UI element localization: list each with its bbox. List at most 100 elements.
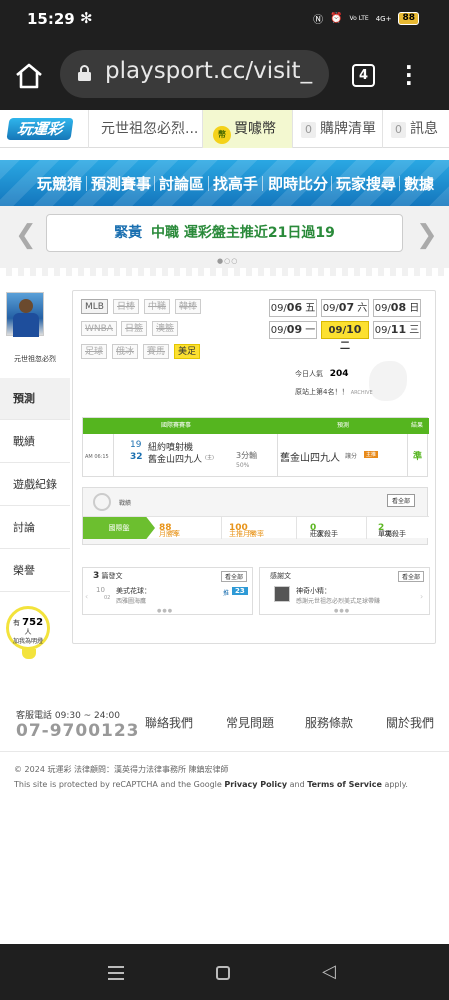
footer-link-faq[interactable]: 常見問題 [226,714,274,731]
single-killer-unit: 次 [384,530,392,538]
rank-extra: ARCHIVE [350,390,373,396]
nav-item-data[interactable]: 數據 [404,173,434,194]
league-jpn-baseball[interactable]: 日棒 [113,299,140,314]
recent-apps-icon[interactable] [108,966,124,980]
record-label: 戰績 [119,500,132,507]
tab-switcher-button[interactable]: 4 [352,64,375,87]
mascot-icon [369,361,407,401]
recaptcha-apply: apply. [381,780,408,789]
nav-item-live-score[interactable]: 即時比分 [268,173,328,194]
clock: 15:29 [27,10,75,28]
target-icon [93,493,111,511]
helper-prefix: 有 [12,619,20,627]
date-0911[interactable]: 09/11 三 [373,321,421,339]
site-logo[interactable]: 玩運彩 [6,118,74,140]
team2-name[interactable]: 舊金山四九人 [148,452,202,465]
home-icon[interactable] [14,62,44,90]
main-winrate-label: 主推月勝率 [229,530,264,538]
main-winrate-unit: % [247,529,255,537]
record-more-button[interactable]: 看全部 [386,494,415,507]
prediction-table: 國際賽賽事 預測 結果 AM 06:15 19 32 紐約噴射機 舊金山四九人 … [82,417,429,477]
league-horse[interactable]: 賽馬 [143,344,170,359]
terms-link[interactable]: Terms of Service [307,780,382,789]
user-menu[interactable]: 元世祖忽必烈... [88,110,202,148]
main-winrate: 主推月勝率 100 % [229,523,264,538]
footer-link-about[interactable]: 關於我們 [386,714,434,731]
prediction-panel: MLB 日棒 中職 韓棒 WNBA 日籃 澳籃 足球 俄冰 賽馬 美足 09/0… [72,290,436,644]
header-game: 國際賽賽事 [161,422,192,429]
signal-label: 4G+ [375,14,392,23]
buy-coins-button[interactable]: 幣買噱幣 [202,110,292,148]
service-phone[interactable]: 07-9700123 [16,721,140,741]
footer-link-terms[interactable]: 服務條款 [305,714,353,731]
chevron-right-icon[interactable]: › [420,592,423,601]
team2-home-note: (主) [205,455,214,461]
league-jpn-basketball[interactable]: 日籃 [121,321,148,336]
back-icon[interactable]: ◁ [322,961,336,982]
chevron-right-icon[interactable]: ❯ [416,220,438,250]
address-bar[interactable]: playsport.cc/visit_ [60,50,329,98]
league-khl[interactable]: 俄冰 [112,344,139,359]
side-tab-discussion[interactable]: 討論 [0,507,70,549]
league-mlb[interactable]: MLB [81,299,108,314]
league-cpbl[interactable]: 中職 [144,299,171,314]
chevron-left-icon[interactable]: ❮ [15,220,37,250]
helper-suffix: 人 [24,628,32,636]
league-aus-basketball[interactable]: 澳籃 [152,321,179,336]
post-num2: 02 [104,595,111,601]
privacy-link[interactable]: Privacy Policy [224,780,287,789]
battery-icon: 88 [398,12,419,25]
table-row: AM 06:15 19 32 紐約噴射機 舊金山四九人 (主) 3分輸 50% … [83,434,429,476]
side-tab-predict[interactable]: 預測 [0,378,70,420]
date-0908[interactable]: 09/08 日 [373,299,421,317]
status-bar: 15:29 ✻ Ⓝ ⏰ Vo LTE 4G+ 88 [0,0,449,38]
thanks-subtitle: 感謝元世祖忽必烈美式足球帶賺 [296,598,381,605]
post-title[interactable]: 美式花球： [116,586,151,596]
date-0906[interactable]: 09/06 五 [269,299,317,317]
home-button-icon[interactable] [216,966,230,980]
avatar[interactable] [6,292,44,337]
side-tab-game-log[interactable]: 遊戲紀錄 [0,464,70,506]
posts-header: 3 篇發文 [93,571,123,581]
date-0909[interactable]: 09/09 一 [269,321,317,339]
nav-item-forum[interactable]: 討論區 [159,173,204,194]
date-0910[interactable]: 09/10 二 [321,321,369,352]
more-menu-icon[interactable]: · · · [405,57,413,93]
bookie-killer-unit: 次 [316,530,324,538]
league-nfl[interactable]: 美足 [174,344,201,359]
thanks-card: 感謝文 看全部 神奇小精： 感謝元世祖忽必烈美式足球帶賺 › ●●● [259,567,430,615]
nav-item-play-guess[interactable]: 玩競猜 [37,173,82,194]
team2-num: 32 [130,452,143,462]
site-rank: 原站上第4名！！ ARCHIVE [295,387,373,397]
single-killer: 單場殺手 2 次 [378,523,406,538]
nav-item-player-search[interactable]: 玩家搜尋 [336,173,396,194]
league-kbo[interactable]: 韓棒 [175,299,202,314]
record-tag: 國際盤 [83,517,155,539]
single-killer-label: 單場殺手 [378,530,406,538]
league-soccer[interactable]: 足球 [81,344,108,359]
site-header: 玩運彩 元世祖忽必烈... 幣買噱幣 0 購牌清單 0 訊息 [0,110,449,148]
lightbulb-icon[interactable]: 有 752 人 加我為明燈 [6,606,50,659]
league-wnba[interactable]: WNBA [81,321,117,336]
date-0907[interactable]: 09/07 六 [321,299,369,317]
thanks-title[interactable]: 神奇小精： [296,586,331,596]
ticker-item[interactable]: 緊黃 中職 運彩盤主推近21日過19 [46,214,403,252]
chevron-left-icon[interactable]: ‹ [85,592,88,601]
cart-button[interactable]: 0 購牌清單 [292,110,382,148]
recaptcha-and: and [287,780,308,789]
nav-item-experts[interactable]: 找高手 [213,173,258,194]
pick-type: 讓分 [345,453,358,460]
messages-button[interactable]: 0 訊息 [382,110,449,148]
messages-label: 訊息 [410,121,438,137]
footer-link-contact[interactable]: 聯絡我們 [145,714,193,731]
nav-item-predict[interactable]: 預測賽事 [91,173,151,194]
posts-more-button[interactable]: 看全部 [220,571,247,582]
side-tab-honor[interactable]: 榮譽 [0,550,70,592]
avatar [274,586,290,602]
side-tab-record[interactable]: 戰績 [0,421,70,463]
service-hours: 客服電話 09:30 ~ 24:00 [16,711,120,721]
posts-card: 3 篇發文 看全部 ‹ 10 02 美式花球： 西雅圖海鷹 推 23 ●●● [82,567,253,615]
thanks-more-button[interactable]: 看全部 [397,571,424,582]
copyright: © 2024 玩運彩 法律顧問：漢英得力法律事務所 陳鎮宏律師 [14,765,229,774]
message-count: 0 [391,122,406,138]
